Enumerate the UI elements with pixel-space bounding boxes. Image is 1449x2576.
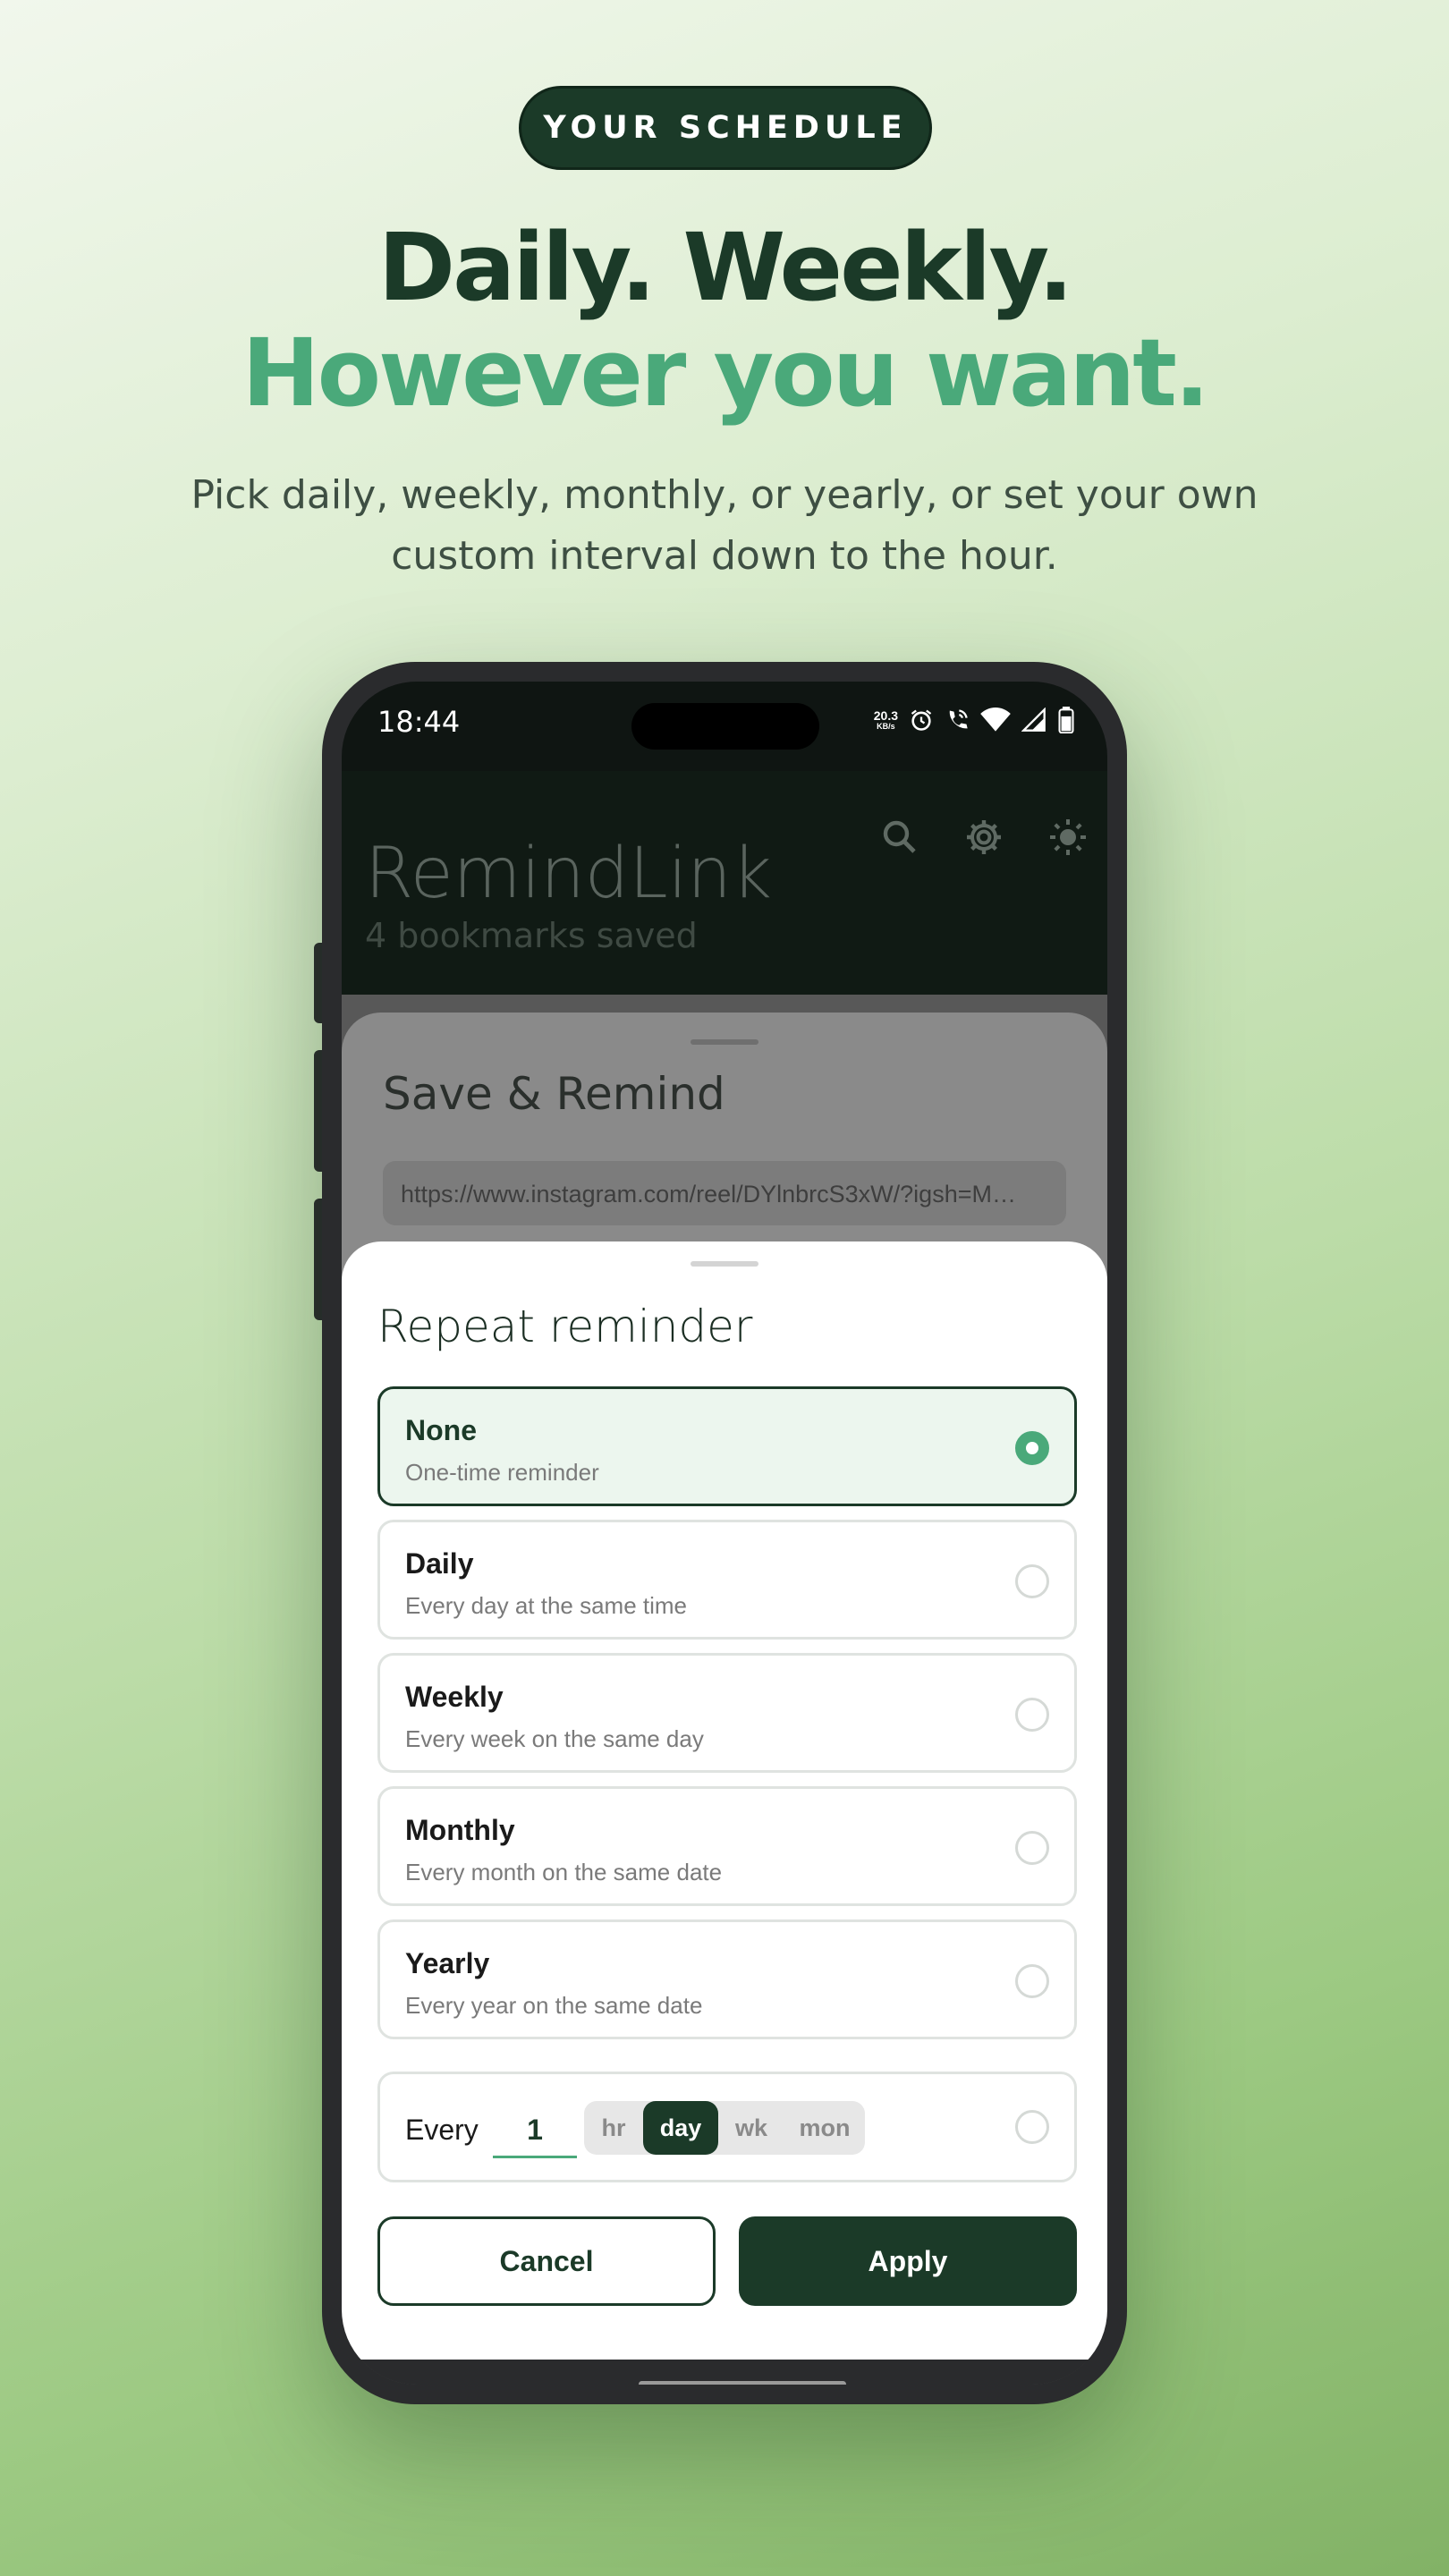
unit-day[interactable]: day — [643, 2101, 718, 2155]
status-time: 18:44 — [377, 705, 461, 739]
apply-button[interactable]: Apply — [739, 2216, 1077, 2306]
headline-line-1: Daily. Weekly. — [377, 213, 1073, 322]
radio-unselected[interactable] — [1015, 1564, 1049, 1598]
radio-selected[interactable] — [1015, 1431, 1049, 1465]
status-bar: 18:44 20.3 KB/s — [342, 682, 1107, 771]
radio-unselected[interactable] — [1015, 1831, 1049, 1865]
wifi-icon — [980, 708, 1011, 732]
option-label: None — [405, 1414, 477, 1446]
marketing-subtitle: Pick daily, weekly, monthly, or yearly, … — [188, 465, 1261, 587]
home-indicator[interactable] — [639, 2381, 846, 2385]
repeat-reminder-sheet: Repeat reminder None One-time reminder D… — [342, 1241, 1107, 2360]
repeat-sheet-title: Repeat reminder — [377, 1301, 753, 1352]
repeat-option-monthly[interactable]: Monthly Every month on the same date — [377, 1786, 1077, 1906]
cancel-button[interactable]: Cancel — [377, 2216, 716, 2306]
every-label: Every — [405, 2114, 479, 2146]
camera-cutout — [631, 703, 819, 750]
radio-unselected[interactable] — [1015, 1964, 1049, 1998]
repeat-option-none[interactable]: None One-time reminder — [377, 1386, 1077, 1506]
option-label: Weekly — [405, 1681, 504, 1713]
subtitle-line-2: custom interval down to the hour. — [391, 533, 1058, 579]
repeat-option-weekly[interactable]: Weekly Every week on the same day — [377, 1653, 1077, 1773]
repeat-option-yearly[interactable]: Yearly Every year on the same date — [377, 1919, 1077, 2039]
battery-icon — [1058, 707, 1074, 733]
option-description: Every day at the same time — [405, 1592, 688, 1619]
net-speed-value: 20.3 — [873, 708, 898, 723]
sheet-grabber[interactable] — [691, 1261, 758, 1267]
app-header: RemindLink 4 bookmarks saved — [342, 771, 1107, 995]
option-description: Every week on the same day — [405, 1725, 704, 1752]
wifi-call-icon — [949, 709, 968, 729]
phone-screen: 18:44 20.3 KB/s RemindLink 4 bookmarks s… — [342, 682, 1107, 2385]
sheet-grabber[interactable] — [691, 1039, 758, 1045]
theme-sun-icon[interactable] — [1046, 816, 1089, 859]
signal-icon — [1021, 708, 1046, 732]
option-label: Daily — [405, 1547, 474, 1580]
option-label: Monthly — [405, 1814, 515, 1846]
status-icons: 20.3 KB/s — [874, 707, 1075, 733]
headline-line-2: However you want. — [242, 318, 1210, 428]
option-label: Yearly — [405, 1947, 490, 1979]
alarm-icon — [911, 709, 932, 731]
unit-wk[interactable]: wk — [718, 2101, 784, 2155]
unit-selector: hr day wk mon — [584, 2101, 865, 2155]
gear-icon[interactable] — [962, 816, 1005, 859]
option-description: Every year on the same date — [405, 1992, 703, 2019]
net-speed-unit: KB/s — [877, 722, 895, 731]
option-description: One-time reminder — [405, 1459, 599, 1486]
repeat-option-daily[interactable]: Daily Every day at the same time — [377, 1520, 1077, 1640]
app-subtitle: 4 bookmarks saved — [365, 916, 698, 955]
interval-input[interactable]: 1 — [493, 2099, 577, 2158]
search-icon[interactable] — [878, 816, 921, 859]
radio-unselected[interactable] — [1015, 1698, 1049, 1732]
radio-unselected[interactable] — [1015, 2110, 1049, 2144]
option-description: Every month on the same date — [405, 1859, 723, 1885]
unit-hr[interactable]: hr — [584, 2101, 643, 2155]
save-remind-title: Save & Remind — [383, 1068, 725, 1120]
net-speed: 20.3 KB/s — [874, 709, 898, 731]
unit-mon[interactable]: mon — [784, 2101, 865, 2155]
subtitle-line-1: Pick daily, weekly, monthly, or yearly, … — [191, 472, 1258, 518]
phone-frame: 18:44 20.3 KB/s RemindLink 4 bookmarks s… — [322, 662, 1127, 2404]
repeat-option-custom[interactable]: Every 1 hr day wk mon — [377, 2072, 1077, 2182]
section-badge: YOUR SCHEDULE — [519, 86, 932, 170]
app-title: RemindLink — [365, 834, 773, 914]
url-field[interactable]: https://www.instagram.com/reel/DYlnbrcS3… — [383, 1161, 1066, 1225]
